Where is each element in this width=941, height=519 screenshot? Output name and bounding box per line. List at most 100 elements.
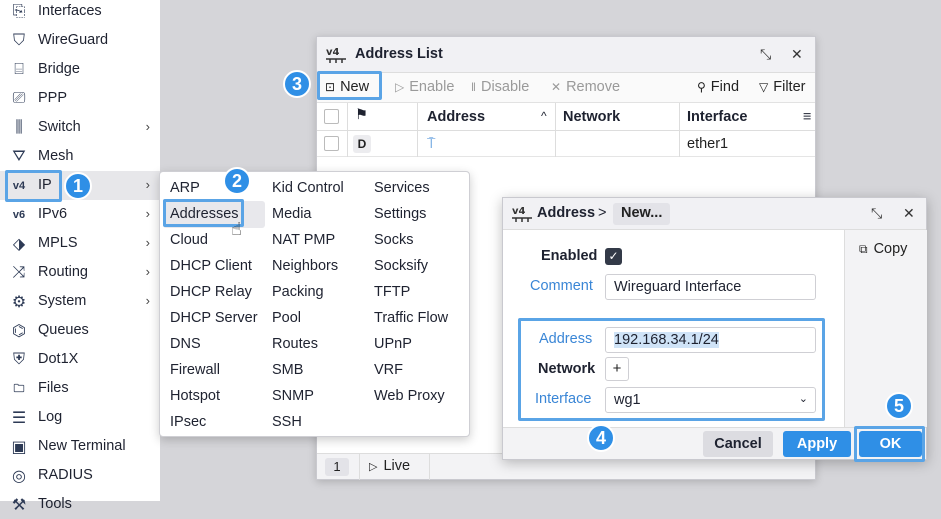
- copy-icon: ⧉: [859, 242, 868, 256]
- sidebar-item-radius[interactable]: ◎ RADIUS: [0, 461, 160, 490]
- menu-item-socks[interactable]: Socks: [374, 232, 414, 248]
- column-network[interactable]: Network: [563, 109, 620, 125]
- menu-item-ipsec[interactable]: IPsec: [170, 414, 206, 430]
- menu-item-firewall[interactable]: Firewall: [170, 362, 220, 378]
- address-list-toolbar: ⊡ New ▷ Enable ‖ Disable ✕ Remove ⚲ Find ▽ Fil…: [317, 73, 815, 103]
- sidebar-item-files[interactable]: 🗀 Files: [0, 374, 160, 403]
- mpls-icon: ⬗: [12, 236, 26, 253]
- sidebar-item-tools[interactable]: ⚒ Tools: [0, 490, 160, 519]
- menu-item-hotspot[interactable]: Hotspot: [170, 388, 220, 404]
- flag-column-icon: ⚑: [355, 107, 368, 123]
- column-interface[interactable]: Interface: [687, 109, 747, 125]
- minimize-icon[interactable]: ⤡: [760, 46, 771, 63]
- sidebar-item-ppp[interactable]: ⎚ PPP: [0, 84, 160, 113]
- close-icon[interactable]: ✕: [903, 205, 915, 222]
- menu-item-neighbors[interactable]: Neighbors: [272, 258, 338, 274]
- menu-item-services[interactable]: Services: [374, 180, 430, 196]
- enabled-checkbox[interactable]: ✓: [605, 248, 622, 265]
- menu-item-cloud[interactable]: Cloud: [170, 232, 208, 248]
- sidebar-item-mesh[interactable]: ⛛ Mesh: [0, 142, 160, 171]
- sidebar-item-wireguard[interactable]: ⛉ WireGuard: [0, 26, 160, 55]
- pause-icon: ‖: [471, 80, 476, 94]
- chevron-right-icon: ›: [145, 177, 150, 192]
- table-row[interactable]: D ⍑ ether1: [317, 131, 815, 157]
- comment-field[interactable]: Wireguard Interface: [605, 274, 816, 300]
- row-checkbox[interactable]: [324, 136, 339, 151]
- copy-button[interactable]: ⧉ Copy: [859, 241, 907, 257]
- menu-item-upnp[interactable]: UPnP: [374, 336, 412, 352]
- chevron-right-icon: ›: [145, 119, 150, 134]
- radius-icon: ◎: [12, 468, 26, 485]
- menu-item-routes[interactable]: Routes: [272, 336, 318, 352]
- sidebar-item-dot1x[interactable]: ⛨ Dot1X: [0, 345, 160, 374]
- disable-button[interactable]: ‖ Disable: [471, 79, 529, 95]
- sidebar-item-label: Tools: [38, 496, 72, 512]
- menu-item-web-proxy[interactable]: Web Proxy: [374, 388, 445, 404]
- sidebar-item-label: PPP: [38, 90, 68, 106]
- menu-item-dhcp-server[interactable]: DHCP Server: [170, 310, 258, 326]
- sidebar-item-bridge[interactable]: ⌸ Bridge: [0, 55, 160, 84]
- menu-item-tftp[interactable]: TFTP: [374, 284, 410, 300]
- filter-icon: ▽: [759, 80, 769, 94]
- sidebar-item-switch[interactable]: ⫼ Switch ›: [0, 113, 160, 142]
- sidebar-item-label: RADIUS: [38, 467, 93, 483]
- play-icon: ▷: [369, 461, 378, 473]
- menu-item-dhcp-client[interactable]: DHCP Client: [170, 258, 252, 274]
- menu-item-vrf[interactable]: VRF: [374, 362, 403, 378]
- sidebar-item-routing[interactable]: ⤨ Routing ›: [0, 258, 160, 287]
- menu-item-pool[interactable]: Pool: [272, 310, 301, 326]
- menu-item-ssh[interactable]: SSH: [272, 414, 302, 430]
- remove-button[interactable]: ✕ Remove: [551, 79, 620, 95]
- interfaces-icon: ⎘: [12, 3, 26, 20]
- sidebar-item-log[interactable]: ☰ Log: [0, 403, 160, 432]
- find-button[interactable]: ⚲ Find: [697, 79, 739, 95]
- menu-item-snmp[interactable]: SNMP: [272, 388, 314, 404]
- apply-button[interactable]: Apply: [783, 431, 851, 457]
- menu-item-smb[interactable]: SMB: [272, 362, 303, 378]
- menu-item-dhcp-relay[interactable]: DHCP Relay: [170, 284, 252, 300]
- column-menu-icon[interactable]: ≡: [803, 109, 811, 125]
- minimize-icon[interactable]: ⤡: [871, 205, 882, 222]
- svg-text:v4: v4: [512, 206, 526, 217]
- menu-item-dns[interactable]: DNS: [170, 336, 201, 352]
- menu-item-settings[interactable]: Settings: [374, 206, 426, 222]
- filter-button[interactable]: ▽ Filter: [759, 79, 805, 95]
- close-icon[interactable]: ✕: [791, 46, 803, 63]
- menu-item-arp[interactable]: ARP: [170, 180, 200, 196]
- sidebar-item-mpls[interactable]: ⬗ MPLS ›: [0, 229, 160, 258]
- menu-item-media[interactable]: Media: [272, 206, 312, 222]
- mesh-icon: ⛛: [12, 148, 26, 165]
- step-badge-4: 4: [587, 424, 615, 452]
- sidebar-item-label: Switch: [38, 119, 81, 135]
- column-address[interactable]: Address: [427, 109, 485, 125]
- sidebar-item-label: Queues: [38, 322, 89, 338]
- select-all-checkbox[interactable]: [324, 109, 339, 124]
- table-header: ⚑ Address ^ Network Interface ≡: [317, 103, 815, 131]
- sidebar-item-system[interactable]: ⚙ System ›: [0, 287, 160, 316]
- bridge-icon: ⌸: [14, 61, 24, 78]
- menu-item-nat-pmp[interactable]: NAT PMP: [272, 232, 335, 248]
- breadcrumb-root[interactable]: Address: [537, 205, 595, 221]
- sidebar-item-label: Files: [38, 380, 69, 396]
- menu-item-traffic-flow[interactable]: Traffic Flow: [374, 310, 448, 326]
- sidebar-item-queues[interactable]: ⌬ Queues: [0, 316, 160, 345]
- sidebar-item-label: IPv6: [38, 206, 68, 222]
- menu-item-packing[interactable]: Packing: [272, 284, 324, 300]
- window-title: Address List: [355, 46, 443, 62]
- page-number[interactable]: 1: [325, 458, 349, 476]
- sidebar-item-label: Mesh: [38, 148, 74, 164]
- menu-item-socksify[interactable]: Socksify: [374, 258, 428, 274]
- step-badge-1: 1: [64, 172, 92, 200]
- sidebar-item-ipv6[interactable]: v6 IPv6 ›: [0, 200, 160, 229]
- dot1x-icon: ⛨: [12, 351, 25, 368]
- sidebar-item-label: Bridge: [38, 61, 80, 77]
- sidebar-item-label: Dot1X: [38, 351, 79, 367]
- enable-button[interactable]: ▷ Enable: [395, 79, 454, 95]
- sidebar-item-new-terminal[interactable]: ▣ New Terminal: [0, 432, 160, 461]
- live-button[interactable]: ▷ Live: [369, 458, 410, 474]
- cancel-button[interactable]: Cancel: [703, 431, 773, 457]
- svg-text:v4: v4: [326, 47, 340, 58]
- menu-item-kid-control[interactable]: Kid Control: [272, 180, 344, 196]
- breadcrumb-current: New...: [613, 203, 671, 225]
- sidebar-item-interfaces[interactable]: ⎘ Interfaces: [0, 0, 160, 26]
